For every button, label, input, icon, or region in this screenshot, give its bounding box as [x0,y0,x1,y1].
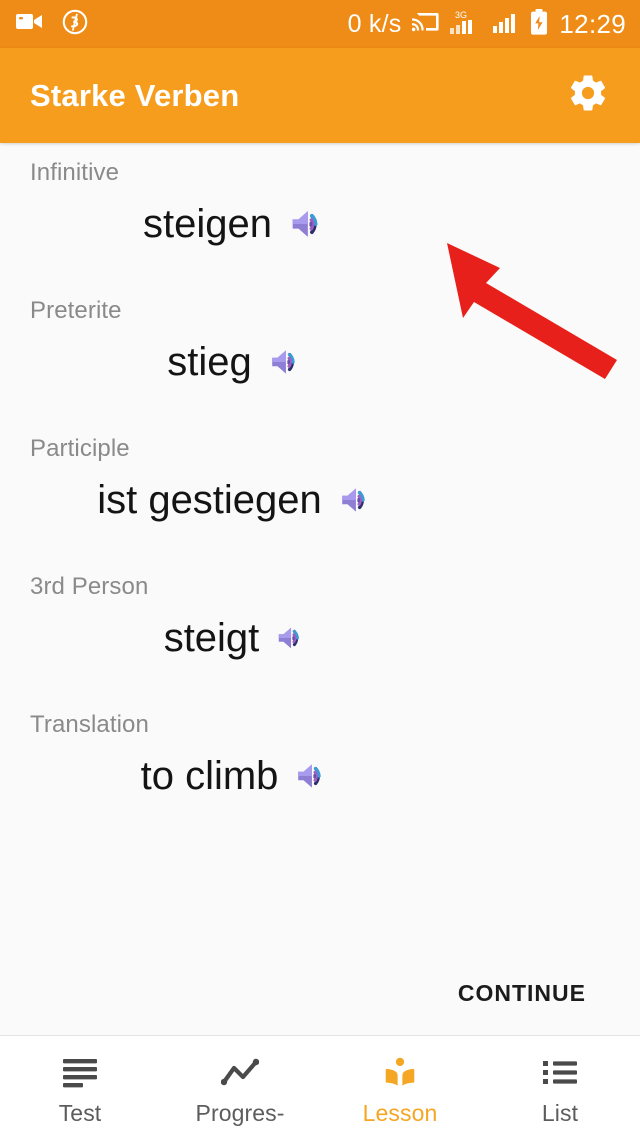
svg-text:3G: 3G [455,10,467,20]
nav-item-lesson[interactable]: Lesson [320,1036,480,1138]
subject-lines-icon [63,1054,97,1092]
nav-item-test[interactable]: Test [0,1036,160,1138]
video-camera-icon [16,12,44,37]
speaker-icon[interactable] [288,203,330,245]
continue-container: CONTINUE [444,968,640,1019]
field-value: steigen [143,202,272,246]
gear-icon [567,72,609,119]
field-label: Preterite [30,297,122,324]
verb-value-row[interactable]: steigt [0,599,640,677]
verb-value-row[interactable]: stieg [0,323,640,401]
network-speed-text: 0 k/s [347,9,402,38]
field-label: 3rd Person [30,573,149,600]
nav-label: Progres- [195,1099,285,1126]
nav-label: Test [58,1099,102,1126]
field-label: Participle [30,435,130,462]
speaker-icon[interactable] [338,481,376,519]
app-bar: Starke Verben [0,48,640,143]
continue-button[interactable]: CONTINUE [444,968,600,1019]
lesson-content: Infinitive steigen Preterite stieg Parti… [0,143,640,1035]
signal-bars-icon [493,11,519,38]
nav-label: Lesson [362,1099,438,1126]
field-value: ist gestiegen [97,478,322,522]
verb-field-translation: Translation to climb [0,713,640,815]
verb-field-preterite: Preterite stieg [0,299,640,401]
verb-field-third-person: 3rd Person steigt [0,575,640,677]
bitcoin-circle-icon [62,9,88,40]
app-screen: 0 k/s 3G 12:29 Starke Verben Infinitive … [0,0,640,1138]
clock-text: 12:29 [559,8,626,39]
status-bar-right-icons: 0 k/s 3G 12:29 [347,8,626,40]
nav-item-progress[interactable]: Progres- [160,1036,320,1138]
bottom-navigation-bar: Test Progres- Lesson List [0,1035,640,1138]
field-label: Infinitive [30,159,120,186]
signal-3g-icon: 3G [450,9,482,40]
field-value: to climb [140,754,279,798]
speaker-icon[interactable] [268,343,306,381]
speaker-icon[interactable] [294,757,332,795]
page-title: Starke Verben [30,77,240,113]
status-bar: 0 k/s 3G 12:29 [0,0,640,48]
battery-charging-icon [530,8,548,40]
status-bar-left-icons [16,9,88,40]
field-label: Translation [30,711,149,738]
verb-field-participle: Participle ist gestiegen [0,437,640,539]
verb-value-row[interactable]: to climb [0,737,640,815]
verb-value-row[interactable]: ist gestiegen [0,461,640,539]
settings-button[interactable] [560,68,616,124]
field-value: steigt [163,616,260,660]
cast-icon [411,10,440,39]
nav-label: List [541,1099,579,1126]
speaker-icon[interactable] [275,621,309,655]
bulleted-list-icon [543,1054,577,1092]
verb-field-infinitive: Infinitive steigen [0,161,640,263]
verb-value-row[interactable]: steigen [0,185,640,263]
nav-item-list[interactable]: List [480,1036,640,1138]
field-value: stieg [167,340,252,384]
local-library-icon [381,1054,419,1092]
app-bar-actions [560,68,616,124]
trending-line-icon [221,1054,259,1092]
